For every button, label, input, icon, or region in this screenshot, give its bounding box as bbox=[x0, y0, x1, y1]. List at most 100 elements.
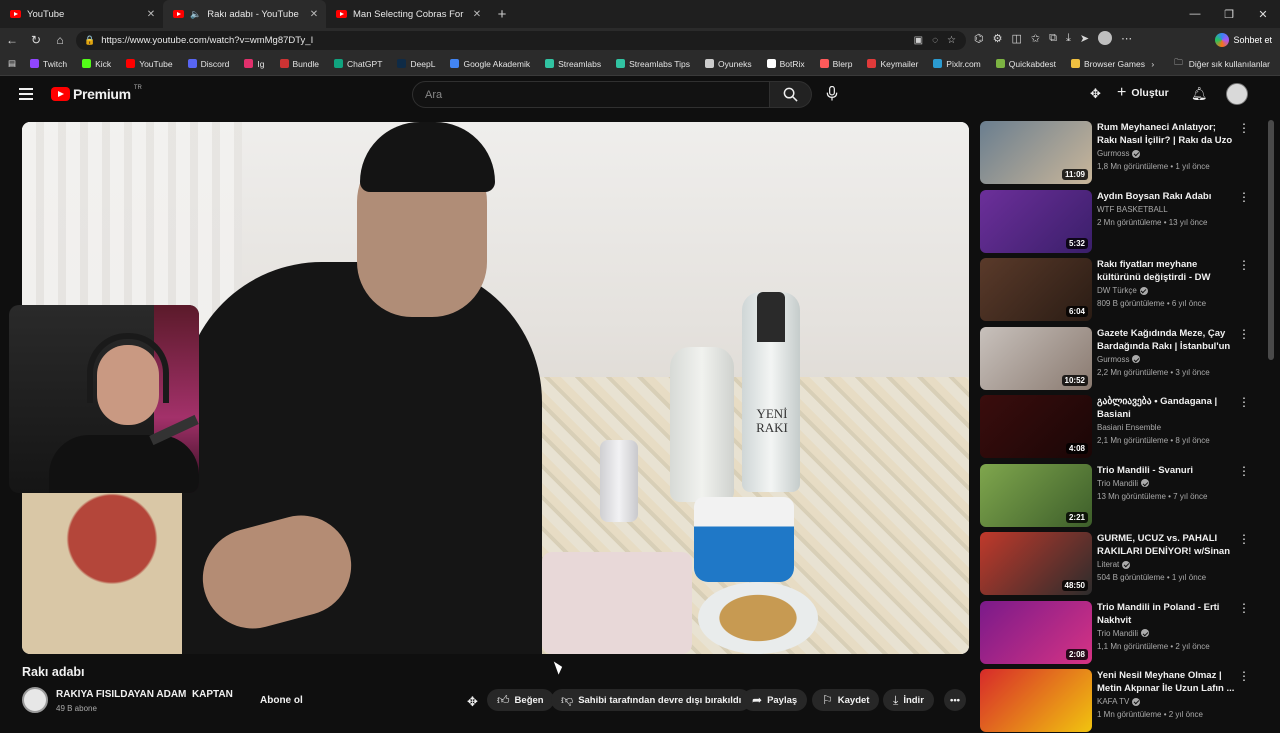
more-vertical-icon[interactable]: ⋮ bbox=[1238, 259, 1250, 271]
related-video-title[interactable]: Rakı fiyatları meyhane kültürünü değişti… bbox=[1097, 258, 1237, 284]
bookmark-item[interactable]: Streamlabs bbox=[545, 59, 601, 69]
restore-icon[interactable]: ❐ bbox=[1212, 8, 1246, 21]
download-icon[interactable]: ⤓ bbox=[1066, 32, 1071, 45]
related-channel[interactable]: DW Türkçe bbox=[1097, 286, 1237, 295]
more-vertical-icon[interactable]: ⋮ bbox=[1238, 328, 1250, 340]
video-thumbnail[interactable]: 5:32 bbox=[980, 189, 1092, 253]
video-thumbnail[interactable]: 48:50 bbox=[980, 532, 1092, 595]
video-thumbnail[interactable]: 11:09 bbox=[980, 121, 1092, 184]
video-thumbnail[interactable]: 2:21 bbox=[980, 463, 1092, 527]
bookmark-item[interactable]: Twitch bbox=[30, 59, 67, 69]
browser-tab[interactable]: Man Selecting Cobras For Snake S ✕ bbox=[326, 0, 489, 28]
tab-actions-icon[interactable]: ▤ bbox=[8, 58, 16, 69]
other-favorites[interactable]: Diğer sık kullanılanlar bbox=[1189, 59, 1270, 69]
related-video-title[interactable]: Yeni Nesil Meyhane Olmaz | Metin Akpınar… bbox=[1097, 669, 1237, 695]
favorites-icon[interactable]: ✩ bbox=[1031, 32, 1040, 45]
chevron-right-icon[interactable]: › bbox=[1151, 59, 1154, 69]
subscribe-button[interactable]: Abone ol bbox=[246, 690, 317, 710]
dislike-button[interactable]: 👎︎ Sahibi tarafından devre dışı bırakıld… bbox=[551, 689, 752, 711]
more-vertical-icon[interactable]: ⋮ bbox=[1238, 396, 1250, 408]
account-avatar[interactable] bbox=[1226, 83, 1248, 105]
tracking-icon[interactable]: ◌ bbox=[932, 35, 938, 46]
bookmark-item[interactable]: Discord bbox=[187, 59, 229, 69]
more-vertical-icon[interactable]: ⋮ bbox=[1238, 465, 1250, 477]
search-button[interactable] bbox=[770, 81, 812, 108]
bookmark-item[interactable]: ChatGPT bbox=[333, 59, 382, 69]
more-vertical-icon[interactable]: ⋮ bbox=[1238, 602, 1250, 614]
bookmark-item[interactable]: Bundle bbox=[279, 59, 319, 69]
video-thumbnail[interactable]: 10:52 bbox=[980, 326, 1092, 390]
related-video-title[interactable]: Trio Mandili in Poland - Erti Nakhvit bbox=[1097, 601, 1237, 627]
close-icon[interactable]: ✕ bbox=[145, 9, 157, 20]
scrollbar[interactable] bbox=[1268, 120, 1274, 360]
related-video-item[interactable]: 11:09 Rum Meyhaneci Anlatıyor; Rakı Nası… bbox=[980, 121, 1265, 185]
copilot-button[interactable]: Sohbet et bbox=[1215, 31, 1272, 49]
close-window-icon[interactable]: ✕ bbox=[1246, 8, 1280, 21]
home-icon[interactable]: ⌂ bbox=[48, 33, 72, 47]
more-actions-button[interactable]: ••• bbox=[944, 689, 966, 711]
related-channel[interactable]: WTF BASKETBALL bbox=[1097, 205, 1237, 214]
minimize-icon[interactable]: — bbox=[1178, 8, 1212, 20]
related-video-item[interactable]: 2:08 Trio Mandili in Poland - Erti Nakhv… bbox=[980, 600, 1265, 665]
youtube-logo[interactable]: Premium TR bbox=[51, 85, 142, 102]
star-icon[interactable]: ☆ bbox=[947, 35, 956, 46]
share-icon[interactable]: ➤ bbox=[1080, 32, 1089, 45]
bookmark-item[interactable]: Ig bbox=[244, 59, 265, 69]
save-button[interactable]: ⚐ Kaydet bbox=[812, 689, 880, 711]
refresh-icon[interactable]: ↻ bbox=[24, 33, 48, 47]
bookmark-item[interactable]: Keymailer bbox=[867, 59, 918, 69]
bookmark-item[interactable]: DeepL bbox=[397, 59, 435, 69]
browser-tab-active[interactable]: 🔈 Rakı adabı - YouTube ✕ bbox=[163, 0, 326, 28]
video-thumbnail[interactable]: 4:08 bbox=[980, 395, 1092, 458]
bookmark-item[interactable]: Quickabdest bbox=[995, 59, 1056, 69]
settings-icon[interactable]: ⚙ bbox=[993, 32, 1003, 45]
bookmark-item[interactable]: BotRix bbox=[766, 59, 805, 69]
lock-icon[interactable]: 🔒 bbox=[84, 35, 95, 46]
more-vertical-icon[interactable]: ⋮ bbox=[1238, 533, 1250, 545]
related-video-title[interactable]: გაბლიავება • Gandagana | Basiani bbox=[1097, 395, 1237, 421]
like-button[interactable]: 👍︎ Beğen bbox=[487, 689, 554, 711]
channel-avatar[interactable] bbox=[22, 687, 48, 713]
bookmark-item[interactable]: Browser Games bbox=[1071, 59, 1145, 69]
profile-avatar[interactable] bbox=[1098, 31, 1113, 45]
related-video-item[interactable]: 4:08 გაბლიავება • Gandagana | Basiani Ba… bbox=[980, 395, 1265, 459]
related-video-item[interactable]: 10:52 Gazete Kağıdında Meze, Çay Bardağı… bbox=[980, 326, 1265, 391]
search-input[interactable]: Ara bbox=[412, 81, 770, 108]
bookmark-item[interactable]: Oyuneks bbox=[705, 59, 752, 69]
related-video-title[interactable]: Aydın Boysan Rakı Adabı bbox=[1097, 190, 1237, 203]
related-channel[interactable]: Basiani Ensemble bbox=[1097, 423, 1237, 432]
bookmark-item[interactable]: Blerp bbox=[819, 59, 852, 69]
collections-icon[interactable]: ⧉ bbox=[1049, 32, 1057, 45]
new-tab-button[interactable]: + bbox=[489, 6, 515, 23]
speaker-icon[interactable]: 🔈 bbox=[190, 9, 201, 20]
url-field[interactable]: 🔒 https://www.youtube.com/watch?v=wmMg87… bbox=[76, 31, 966, 50]
related-video-title[interactable]: Rum Meyhaneci Anlatıyor; Rakı Nasıl İçil… bbox=[1097, 121, 1237, 147]
related-channel[interactable]: Gurmoss bbox=[1097, 355, 1237, 364]
related-channel[interactable]: Gurmoss bbox=[1097, 149, 1237, 158]
video-thumbnail[interactable]: 2:08 bbox=[980, 600, 1092, 664]
split-screen-icon[interactable]: ◫ bbox=[1011, 32, 1021, 45]
notifications-bell-icon[interactable]: 🔔︎ bbox=[1191, 86, 1208, 102]
bookmark-item[interactable]: Kick bbox=[82, 59, 111, 69]
related-channel[interactable]: KAFA TV bbox=[1097, 697, 1237, 706]
close-icon[interactable]: ✕ bbox=[308, 9, 320, 20]
video-thumbnail[interactable] bbox=[980, 669, 1092, 732]
bookmark-item[interactable]: Pixlr.com bbox=[933, 59, 981, 69]
related-channel[interactable]: Literat bbox=[1097, 560, 1237, 569]
related-video-item[interactable]: Yeni Nesil Meyhane Olmaz | Metin Akpınar… bbox=[980, 669, 1265, 733]
back-icon[interactable]: ← bbox=[0, 33, 24, 47]
cast-icon[interactable]: ✥ bbox=[1090, 86, 1101, 102]
app-icon[interactable]: ▣ bbox=[914, 35, 923, 46]
browser-tab[interactable]: YouTube ✕ bbox=[0, 0, 163, 28]
menu-icon[interactable] bbox=[19, 88, 33, 100]
related-video-item[interactable]: 2:21 Trio Mandili - Svanuri Trio Mandili… bbox=[980, 463, 1265, 528]
ai-sparkle-icon[interactable]: ✥ bbox=[467, 694, 478, 710]
related-channel[interactable]: Trio Mandili bbox=[1097, 479, 1237, 488]
more-vertical-icon[interactable]: ⋮ bbox=[1238, 191, 1250, 203]
create-button[interactable]: + Oluştur bbox=[1117, 85, 1169, 101]
more-vertical-icon[interactable]: ⋮ bbox=[1238, 122, 1250, 134]
related-video-item[interactable]: 48:50 GURME, UCUZ vs. PAHALI RAKILARI DE… bbox=[980, 532, 1265, 596]
extension-icon[interactable]: ⌬ bbox=[974, 32, 984, 45]
related-video-item[interactable]: 6:04 Rakı fiyatları meyhane kültürünü de… bbox=[980, 258, 1265, 322]
bookmark-item[interactable]: Streamlabs Tips bbox=[616, 59, 690, 69]
